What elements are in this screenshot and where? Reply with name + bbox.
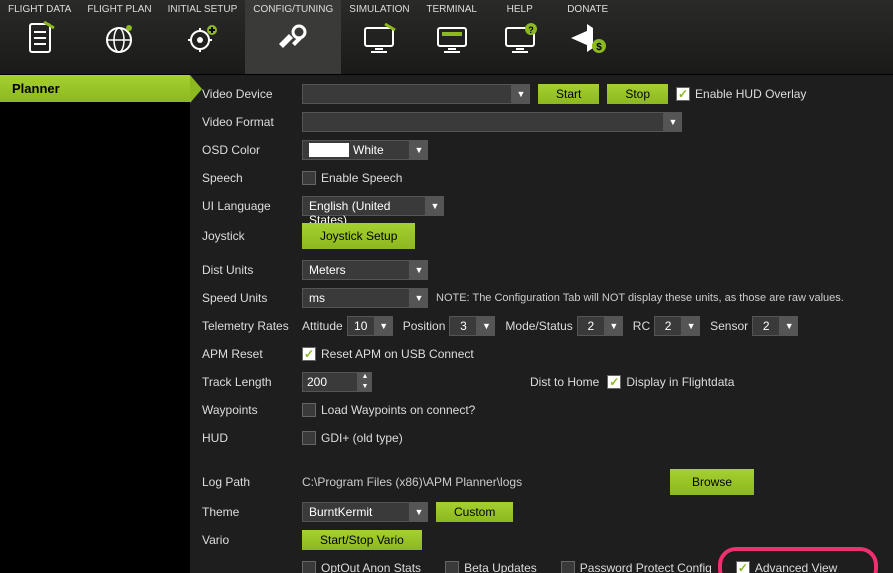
attitude-rate-select[interactable]: 10▼ bbox=[347, 316, 393, 336]
position-rate-select[interactable]: 3▼ bbox=[449, 316, 495, 336]
browse-button[interactable]: Browse bbox=[670, 469, 754, 495]
video-device-label: Video Device bbox=[202, 87, 302, 101]
highlight-annotation bbox=[718, 547, 878, 573]
mode-rate-select[interactable]: 2▼ bbox=[577, 316, 623, 336]
track-length-spinner[interactable]: ▲▼ bbox=[358, 372, 372, 392]
speed-units-select[interactable]: ms ▼ bbox=[302, 288, 428, 308]
chevron-down-icon[interactable]: ▼ bbox=[512, 84, 530, 104]
units-note: NOTE: The Configuration Tab will NOT dis… bbox=[436, 292, 844, 304]
vario-label: Vario bbox=[202, 533, 302, 547]
chevron-down-icon[interactable]: ▼ bbox=[410, 502, 428, 522]
theme-label: Theme bbox=[202, 505, 302, 519]
chevron-down-icon[interactable]: ▼ bbox=[410, 140, 428, 160]
monitor-plane-icon bbox=[358, 17, 400, 59]
password-protect-checkbox[interactable]: Password Protect Config bbox=[561, 561, 712, 573]
joystick-setup-button[interactable]: Joystick Setup bbox=[302, 223, 415, 249]
help-icon: ? bbox=[499, 17, 541, 59]
track-length-label: Track Length bbox=[202, 375, 302, 389]
ui-language-select[interactable]: English (United States) ▼ bbox=[302, 196, 444, 216]
apm-reset-label: APM Reset bbox=[202, 347, 302, 361]
sidebar-item-planner[interactable]: Planner bbox=[0, 75, 190, 102]
enable-speech-checkbox[interactable]: Enable Speech bbox=[302, 171, 402, 185]
tab-terminal[interactable]: TERMINAL bbox=[418, 0, 486, 74]
video-format-label: Video Format bbox=[202, 115, 302, 129]
hud-overlay-checkbox[interactable]: Enable HUD Overlay bbox=[676, 87, 806, 101]
chevron-down-icon[interactable]: ▼ bbox=[426, 196, 444, 216]
chevron-down-icon[interactable]: ▼ bbox=[664, 112, 682, 132]
theme-select[interactable]: BurntKermit ▼ bbox=[302, 502, 428, 522]
globe-icon bbox=[98, 17, 140, 59]
tab-simulation[interactable]: SIMULATION bbox=[341, 0, 417, 74]
tools-icon bbox=[272, 17, 314, 59]
rc-rate-select[interactable]: 2▼ bbox=[654, 316, 700, 336]
dist-units-select[interactable]: Meters ▼ bbox=[302, 260, 428, 280]
tab-flight-plan[interactable]: FLIGHT PLAN bbox=[79, 0, 159, 74]
svg-text:?: ? bbox=[528, 25, 534, 35]
video-device-select[interactable]: ▼ bbox=[302, 84, 530, 104]
dist-units-label: Dist Units bbox=[202, 263, 302, 277]
track-length-input[interactable] bbox=[302, 372, 358, 392]
tab-donate[interactable]: DONATE $ bbox=[554, 0, 622, 74]
settings-panel: Video Device ▼ Start Stop Enable HUD Ove… bbox=[190, 75, 893, 573]
osd-color-label: OSD Color bbox=[202, 143, 302, 157]
display-flightdata-checkbox[interactable]: Display in Flightdata bbox=[607, 375, 734, 389]
video-format-select[interactable]: ▼ bbox=[302, 112, 682, 132]
chevron-down-icon[interactable]: ▼ bbox=[410, 288, 428, 308]
color-swatch bbox=[309, 143, 349, 157]
apm-reset-checkbox[interactable]: Reset APM on USB Connect bbox=[302, 347, 474, 361]
tab-flight-data[interactable]: FLIGHT DATA bbox=[0, 0, 79, 74]
custom-theme-button[interactable]: Custom bbox=[436, 502, 513, 522]
log-path-value: C:\Program Files (x86)\APM Planner\logs bbox=[302, 475, 662, 489]
main-toolbar: FLIGHT DATA FLIGHT PLAN INITIAL SETUP CO… bbox=[0, 0, 893, 75]
osd-color-select[interactable]: White ▼ bbox=[302, 140, 428, 160]
tab-help[interactable]: HELP ? bbox=[486, 0, 554, 74]
gdi-checkbox[interactable]: GDI+ (old type) bbox=[302, 431, 403, 445]
chevron-down-icon[interactable]: ▼ bbox=[410, 260, 428, 280]
sensor-rate-select[interactable]: 2▼ bbox=[752, 316, 798, 336]
terminal-icon bbox=[431, 17, 473, 59]
telemetry-label: Telemetry Rates bbox=[202, 319, 302, 333]
clipboard-icon bbox=[19, 17, 61, 59]
speech-label: Speech bbox=[202, 171, 302, 185]
tab-config-tuning[interactable]: CONFIG/TUNING bbox=[245, 0, 341, 74]
log-path-label: Log Path bbox=[202, 475, 302, 489]
tab-initial-setup[interactable]: INITIAL SETUP bbox=[160, 0, 246, 74]
joystick-label: Joystick bbox=[202, 229, 302, 243]
ui-language-label: UI Language bbox=[202, 199, 302, 213]
beta-updates-checkbox[interactable]: Beta Updates bbox=[445, 561, 537, 573]
video-start-button[interactable]: Start bbox=[538, 84, 599, 104]
speed-units-label: Speed Units bbox=[202, 291, 302, 305]
donate-icon: $ bbox=[567, 17, 609, 59]
optout-checkbox[interactable]: OptOut Anon Stats bbox=[302, 561, 421, 573]
hud-label: HUD bbox=[202, 431, 302, 445]
sidebar: Planner bbox=[0, 75, 190, 573]
load-waypoints-checkbox[interactable]: Load Waypoints on connect? bbox=[302, 403, 475, 417]
svg-text:$: $ bbox=[596, 42, 602, 53]
video-stop-button[interactable]: Stop bbox=[607, 84, 668, 104]
vario-button[interactable]: Start/Stop Vario bbox=[302, 530, 422, 550]
gear-plus-icon bbox=[181, 17, 223, 59]
waypoints-label: Waypoints bbox=[202, 403, 302, 417]
